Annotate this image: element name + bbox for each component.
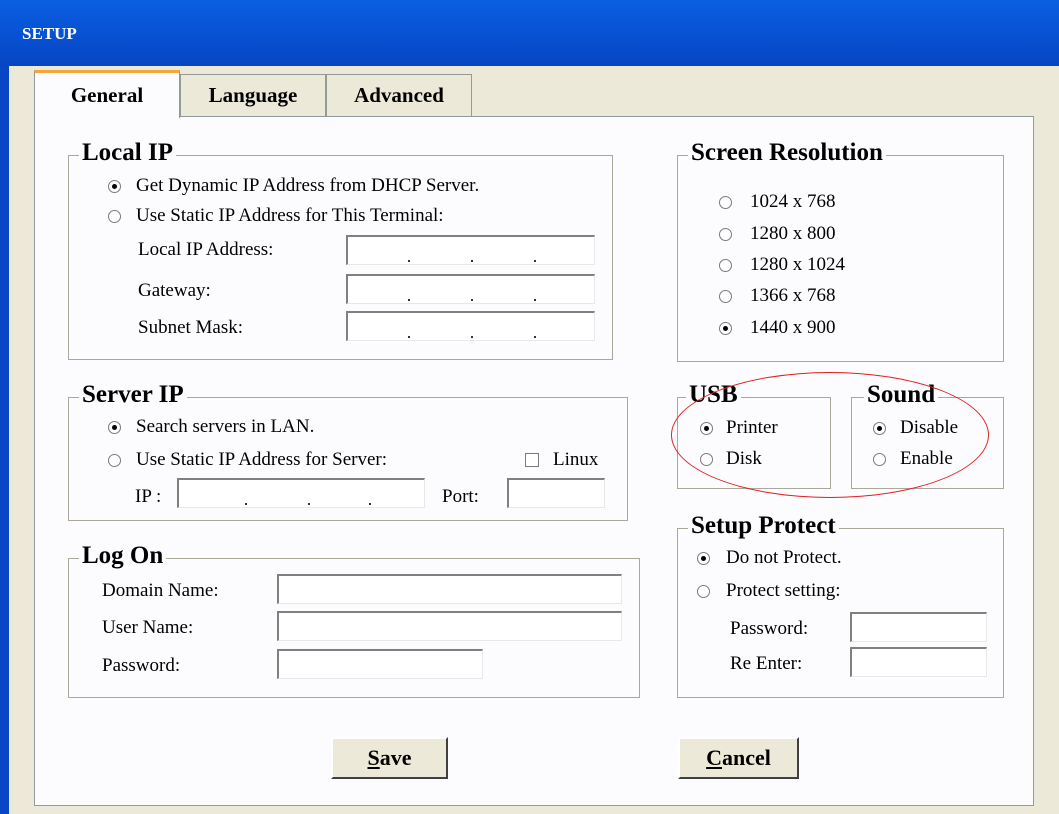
sound-disable-radio[interactable] bbox=[873, 422, 886, 435]
resolution-1366x768-label: 1366 x 768 bbox=[750, 285, 836, 306]
ip-dot bbox=[471, 336, 473, 338]
cancel-mnemonic: C bbox=[706, 745, 722, 770]
gateway-field[interactable] bbox=[346, 274, 595, 304]
sound-enable-radio[interactable] bbox=[873, 453, 886, 466]
subnet-mask-field[interactable] bbox=[346, 311, 595, 341]
usb-printer-label: Printer bbox=[726, 417, 778, 438]
cancel-label: ancel bbox=[722, 745, 771, 770]
protect-setting-radio[interactable] bbox=[697, 585, 710, 598]
window-frame-left bbox=[0, 66, 9, 814]
local-ip-legend: Local IP bbox=[79, 138, 176, 168]
ip-dot bbox=[471, 299, 473, 301]
ip-dot bbox=[534, 299, 536, 301]
save-mnemonic: S bbox=[367, 745, 380, 770]
cancel-button[interactable]: Cancel bbox=[678, 737, 799, 779]
sound-group: Sound bbox=[851, 380, 1004, 489]
tab-general-label: General bbox=[70, 83, 144, 107]
window-title: SETUP bbox=[22, 24, 77, 43]
password-label: Password: bbox=[102, 655, 181, 676]
log-on-legend: Log On bbox=[79, 541, 167, 571]
server-ip-field[interactable] bbox=[177, 478, 425, 508]
tab-advanced-label: Advanced bbox=[354, 83, 444, 107]
setup-protect-legend: Setup Protect bbox=[688, 511, 839, 541]
local-ip-address-field[interactable] bbox=[346, 235, 595, 265]
subnet-mask-label: Subnet Mask: bbox=[138, 317, 244, 338]
port-label: Port: bbox=[442, 486, 479, 507]
ip-dot bbox=[369, 503, 371, 505]
usb-legend: USB bbox=[686, 380, 741, 410]
dhcp-label: Get Dynamic IP Address from DHCP Server. bbox=[136, 175, 480, 196]
resolution-1280x800-radio[interactable] bbox=[719, 228, 732, 241]
ip-dot bbox=[245, 503, 247, 505]
static-ip-label: Use Static IP Address for This Terminal: bbox=[136, 205, 444, 226]
usb-disk-label: Disk bbox=[726, 448, 762, 469]
resolution-1024x768-radio[interactable] bbox=[719, 196, 732, 209]
dhcp-radio[interactable] bbox=[108, 180, 121, 193]
usb-printer-radio[interactable] bbox=[700, 422, 713, 435]
sound-disable-label: Disable bbox=[900, 417, 959, 438]
static-ip-radio[interactable] bbox=[108, 210, 121, 223]
resolution-1024x768-label: 1024 x 768 bbox=[750, 191, 836, 212]
static-server-radio[interactable] bbox=[108, 454, 121, 467]
usb-disk-radio[interactable] bbox=[700, 453, 713, 466]
linux-checkbox[interactable] bbox=[525, 453, 539, 467]
protect-password-field[interactable] bbox=[850, 612, 987, 642]
resolution-1366x768-radio[interactable] bbox=[719, 290, 732, 303]
tab-advanced[interactable]: Advanced bbox=[326, 74, 472, 116]
resolution-1440x900-label: 1440 x 900 bbox=[750, 317, 836, 338]
server-ip-legend: Server IP bbox=[79, 380, 187, 410]
reenter-password-field[interactable] bbox=[850, 647, 987, 677]
resolution-1280x1024-label: 1280 x 1024 bbox=[750, 254, 845, 275]
domain-name-field[interactable] bbox=[277, 574, 622, 604]
ip-dot bbox=[534, 260, 536, 262]
ip-dot bbox=[408, 260, 410, 262]
resolution-1280x800-label: 1280 x 800 bbox=[750, 223, 836, 244]
ip-dot bbox=[534, 336, 536, 338]
protect-setting-label: Protect setting: bbox=[726, 580, 841, 601]
do-not-protect-radio[interactable] bbox=[697, 552, 710, 565]
screen-resolution-legend: Screen Resolution bbox=[688, 138, 886, 168]
server-ip-label: IP : bbox=[135, 486, 162, 507]
search-lan-radio[interactable] bbox=[108, 421, 121, 434]
tab-general[interactable]: General bbox=[34, 70, 180, 118]
static-server-label: Use Static IP Address for Server: bbox=[136, 449, 387, 470]
do-not-protect-label: Do not Protect. bbox=[726, 547, 842, 568]
save-button[interactable]: Save bbox=[331, 737, 448, 779]
tab-language-label: Language bbox=[208, 83, 298, 107]
linux-label: Linux bbox=[553, 449, 599, 470]
save-label: ave bbox=[379, 745, 412, 770]
search-lan-label: Search servers in LAN. bbox=[136, 416, 315, 437]
sound-legend: Sound bbox=[864, 380, 939, 410]
ip-dot bbox=[308, 503, 310, 505]
port-field[interactable] bbox=[507, 478, 605, 508]
protect-password-label: Password: bbox=[730, 618, 809, 639]
sound-enable-label: Enable bbox=[900, 448, 953, 469]
user-name-field[interactable] bbox=[277, 611, 622, 641]
ip-dot bbox=[408, 299, 410, 301]
reenter-label: Re Enter: bbox=[730, 653, 803, 674]
user-name-label: User Name: bbox=[102, 617, 194, 638]
tab-language[interactable]: Language bbox=[180, 74, 326, 116]
resolution-1280x1024-radio[interactable] bbox=[719, 259, 732, 272]
usb-group: USB bbox=[677, 380, 831, 489]
password-field[interactable] bbox=[277, 649, 483, 679]
gateway-label: Gateway: bbox=[138, 280, 211, 301]
ip-dot bbox=[408, 336, 410, 338]
title-bar[interactable]: SETUP bbox=[0, 0, 1059, 66]
resolution-1440x900-radio[interactable] bbox=[719, 322, 732, 335]
local-ip-address-label: Local IP Address: bbox=[138, 239, 274, 260]
domain-name-label: Domain Name: bbox=[102, 580, 219, 601]
ip-dot bbox=[471, 260, 473, 262]
